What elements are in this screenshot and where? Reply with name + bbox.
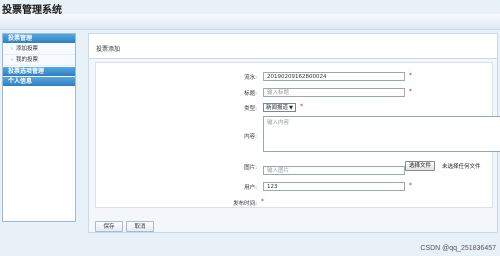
sidebar-section-personal-info[interactable]: 个人信息: [3, 77, 75, 87]
sidebar-section-vote-options[interactable]: 投票选项管理: [3, 67, 75, 77]
sidebar-item-my-votes[interactable]: › 我的投票: [3, 55, 75, 66]
user-input[interactable]: 123: [263, 182, 405, 191]
choose-file-button[interactable]: 选择文件: [405, 161, 436, 171]
type-select[interactable]: 新闻报道 ▼: [263, 103, 296, 112]
sidebar-item-label: 添加投票: [16, 46, 39, 52]
chevron-down-icon: ▼: [289, 105, 293, 111]
required-mark: *: [409, 182, 412, 189]
serial-label: 流水:: [244, 75, 257, 81]
publish-time-label: 发布时间:: [233, 201, 257, 207]
content-textarea[interactable]: 输入内容: [263, 116, 500, 152]
image-input[interactable]: 输入图片: [263, 166, 405, 175]
required-mark: *: [409, 72, 412, 79]
sidebar-item-label: 我的投票: [16, 57, 39, 63]
panel-header: 投票添加: [89, 34, 497, 59]
type-selected-value: 新闻报道: [266, 105, 289, 111]
bullet-icon: ›: [11, 57, 13, 63]
page-title: 投票添加: [96, 46, 121, 53]
sidebar-item-add-vote[interactable]: › 添加投票: [3, 44, 75, 55]
sidebar: 投票管理 › 添加投票 › 我的投票 投票选项管理 个人信息: [2, 33, 76, 222]
title-input[interactable]: 输入标题: [263, 88, 405, 97]
serial-input[interactable]: 20190209162800024: [263, 72, 405, 81]
file-status: 未选择任何文件: [442, 164, 481, 170]
top-banner: [0, 14, 500, 30]
type-label: 类型:: [244, 106, 257, 112]
vote-form: 流水: 20190209162800024 * 标题: 输入标题 * 类型: 新…: [95, 62, 500, 208]
content-label: 内容:: [244, 134, 257, 140]
save-button[interactable]: 保存: [95, 221, 123, 232]
bullet-icon: ›: [11, 46, 13, 52]
required-mark: *: [261, 198, 264, 205]
image-label: 图片:: [244, 165, 257, 171]
user-label: 用户:: [244, 185, 257, 191]
required-mark: *: [300, 103, 303, 110]
cancel-button[interactable]: 取消: [126, 221, 154, 232]
sidebar-section-vote-management[interactable]: 投票管理: [3, 34, 75, 44]
title-label: 标题:: [244, 91, 257, 97]
watermark: CSDN @qq_251836457: [420, 245, 496, 252]
main-panel: 投票添加 流水: 20190209162800024 * 标题: 输入标题 * …: [88, 33, 500, 233]
required-mark: *: [409, 88, 412, 95]
